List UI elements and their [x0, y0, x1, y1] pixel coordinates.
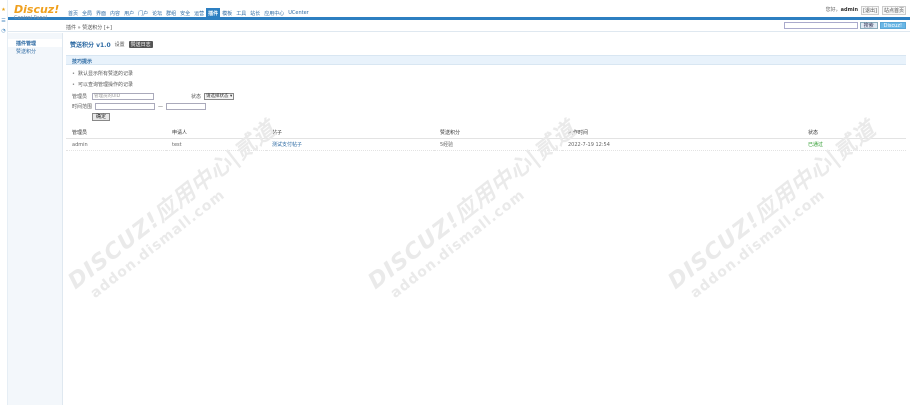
user-name: admin [840, 7, 859, 13]
nav-item-founder[interactable]: 站长 [248, 8, 262, 19]
search-area: 搜索 Discuz! [783, 22, 906, 29]
submit-button[interactable]: 确定 [92, 113, 111, 121]
logo[interactable]: Discuz! Control Panel [14, 3, 60, 21]
nav-item-extended[interactable]: 运营 [192, 8, 206, 19]
nav-item-content[interactable]: 内容 [108, 8, 122, 19]
col-time: 操作时间 [562, 127, 802, 139]
star-icon[interactable]: ★ [0, 7, 7, 13]
sidebar-item-plugin-manage[interactable]: 插件管理 [8, 39, 62, 47]
discuz-button[interactable]: Discuz! [879, 22, 906, 29]
nav-item-forum[interactable]: 论坛 [150, 8, 164, 19]
nav-item-safe[interactable]: 安全 [178, 8, 192, 19]
end-date-input[interactable] [166, 103, 207, 110]
nav-item-template[interactable]: 模板 [220, 8, 234, 19]
nav-item-ucenter[interactable]: UCenter [286, 8, 311, 19]
sidebar: 插件管理 赞送积分 [8, 33, 63, 405]
menu-icon[interactable]: ☰ [0, 18, 7, 24]
log-table: 管理员 申请人 帖子 赞送积分 操作时间 状态 admin test 测试支付帖… [66, 127, 906, 151]
nav-item-group[interactable]: 群组 [164, 8, 178, 19]
site-home-button[interactable]: 站点首页 [881, 6, 906, 15]
header: Discuz! Control Panel 首页 全局 界面 内容 用户 门户 … [8, 0, 910, 21]
nav-item-user[interactable]: 用户 [122, 8, 136, 19]
range-separator: — [158, 103, 164, 110]
time-filter-row: 时间范围 — [72, 103, 207, 110]
table-row: admin test 测试支付帖子 5经验 2022-7-19 12:54 已通… [66, 138, 906, 151]
brand-name: Discuz! [14, 3, 60, 16]
cell-credits: 5经验 [434, 138, 562, 151]
left-toolbar: ★ ☰ ◔ [0, 0, 8, 405]
main-content: 赞送积分 v1.0 设置 赞送日志 技巧提示 默认显示所有赞送的记录 可以查询管… [66, 33, 906, 405]
start-date-input[interactable] [95, 103, 156, 110]
nav-item-plugin[interactable]: 插件 [206, 8, 221, 19]
post-link[interactable]: 测试支付帖子 [272, 142, 302, 148]
col-admin: 管理员 [66, 127, 166, 139]
breadcrumb[interactable]: 插件 » 赞送积分 [+] [66, 24, 112, 31]
breadcrumb-bar: 插件 » 赞送积分 [+] 搜索 Discuz! [8, 20, 910, 32]
nav-item-global[interactable]: 全局 [80, 8, 94, 19]
cell-post: 测试支付帖子 [266, 138, 434, 151]
cell-time: 2022-7-19 12:54 [562, 138, 802, 151]
time-range-label: 时间范围 [72, 104, 93, 110]
cell-applicant: test [166, 138, 266, 151]
nav-item-style[interactable]: 界面 [94, 8, 108, 19]
page-title: 赞送积分 v1.0 [70, 42, 111, 49]
logout-button[interactable]: [退出] [861, 6, 879, 15]
nav-item-cloudaddons[interactable]: 应用中心 [262, 8, 286, 19]
search-button[interactable]: 搜索 [859, 22, 878, 29]
tips-header: 技巧提示 [66, 55, 906, 65]
nav-item-tools[interactable]: 工具 [234, 8, 248, 19]
tip-item: 可以查询管理操作的记录 [72, 81, 133, 88]
clock-icon[interactable]: ◔ [0, 28, 7, 34]
top-nav: 首页 全局 界面 内容 用户 门户 论坛 群组 安全 运营 插件 模板 工具 站… [66, 8, 311, 19]
user-box: 您好，admin [退出] 站点首页 [826, 6, 906, 15]
search-input[interactable] [783, 22, 858, 29]
tab-settings[interactable]: 设置 [115, 41, 125, 48]
cell-admin: admin [66, 138, 166, 151]
status-passed: 已通过 [808, 142, 824, 148]
tip-item: 默认显示所有赞送的记录 [72, 70, 133, 77]
user-greeting: 您好，admin [826, 6, 858, 15]
cell-status: 已通过 [802, 138, 906, 151]
nav-item-portal[interactable]: 门户 [136, 8, 150, 19]
col-credits: 赞送积分 [434, 127, 562, 139]
col-post: 帖子 [266, 127, 434, 139]
col-status: 状态 [802, 127, 906, 139]
greeting-prefix: 您好， [825, 7, 841, 13]
tips-title: 技巧提示 [72, 59, 93, 65]
admin-uid-input[interactable]: 管理员的UID [92, 93, 155, 100]
col-applicant: 申请人 [166, 127, 266, 139]
status-select[interactable]: 请选择状态 ▾ [204, 93, 235, 100]
nav-item-home[interactable]: 首页 [66, 8, 80, 19]
page-head: 赞送积分 v1.0 设置 赞送日志 [70, 40, 153, 49]
admin-filter-row: 管理员 管理员的UID 状态 请选择状态 ▾ [72, 93, 235, 100]
table-header-row: 管理员 申请人 帖子 赞送积分 操作时间 状态 [66, 127, 906, 139]
tab-gift-log[interactable]: 赞送日志 [128, 41, 153, 48]
sidebar-item-gift-credits[interactable]: 赞送积分 [8, 47, 62, 55]
admin-label: 管理员 [72, 94, 88, 100]
status-label: 状态 [191, 94, 202, 100]
